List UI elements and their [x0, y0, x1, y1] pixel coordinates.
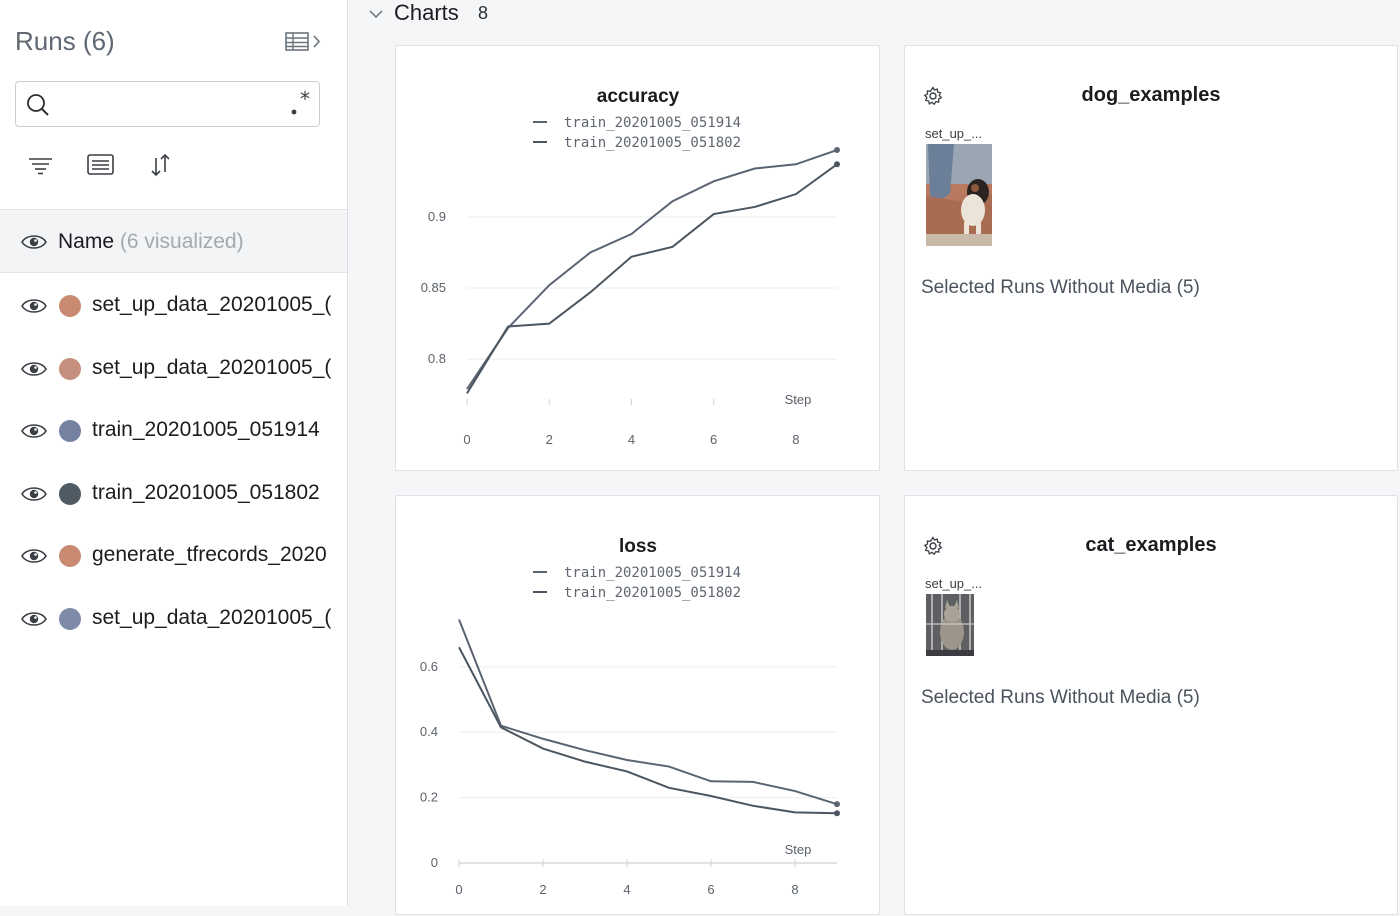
regex-toggle-icon[interactable]: *: [288, 90, 314, 118]
x-tick-label: 0: [463, 432, 470, 447]
media-run-label: set_up_...: [925, 126, 983, 141]
group-icon[interactable]: [86, 152, 116, 178]
accuracy-chart-panel[interactable]: accuracy train_20201005_051914 train_20201…: [395, 45, 880, 471]
y-tick-label: 0.9: [428, 209, 446, 224]
name-column-label[interactable]: Name (6 visualized): [58, 230, 244, 254]
loss-chart: loss train_20201005_051914 train_20201005_…: [420, 536, 840, 897]
chart-title: loss: [619, 536, 657, 557]
y-tick-label: 0.2: [420, 790, 438, 805]
x-tick-label: 0: [455, 882, 462, 897]
runs-sidebar: Runs (6) * Name (6 visualized) set_up_da…: [0, 0, 348, 906]
run-color-swatch[interactable]: [59, 357, 81, 380]
run-color-swatch[interactable]: [59, 420, 81, 442]
no-media-message: Selected Runs Without Media (5): [921, 687, 1200, 708]
eye-icon[interactable]: [21, 422, 47, 440]
series-endpoint: [834, 801, 840, 808]
run-name: train_20201005_051802: [92, 480, 320, 504]
legend-entry: train_20201005_051914: [564, 115, 741, 131]
run-name: generate_tfrecords_2020: [92, 543, 327, 566]
eye-icon[interactable]: [21, 297, 47, 315]
x-tick-label: 2: [546, 432, 553, 447]
series-endpoint: [834, 810, 840, 817]
y-tick-label: 0.6: [420, 659, 438, 674]
x-axis-label: Step: [785, 842, 812, 857]
run-name: set_up_data_20201005_(: [92, 605, 332, 629]
run-row[interactable]: set_up_data_20201005_(: [0, 589, 347, 651]
run-color-swatch[interactable]: [59, 545, 81, 567]
cat-photo[interactable]: [926, 594, 974, 656]
x-tick-label: 6: [707, 882, 714, 897]
eye-icon[interactable]: [21, 485, 47, 503]
svg-text:*: *: [300, 90, 310, 111]
cat-examples-panel: cat_examples set_up_... Selected Runs Wi…: [904, 495, 1398, 915]
x-tick-label: 6: [710, 432, 717, 447]
section-title[interactable]: Charts: [394, 0, 459, 26]
dog-examples-panel: dog_examples set_up_... Selected Runs Wi…: [904, 45, 1398, 471]
x-tick-label: 4: [623, 882, 630, 897]
x-tick-label: 4: [628, 432, 635, 447]
run-row[interactable]: generate_tfrecords_2020: [0, 526, 347, 588]
media-run-label: set_up_...: [925, 576, 983, 591]
section-count: 8: [478, 3, 489, 23]
media-panel-title: dog_examples: [1081, 84, 1221, 106]
run-name: train_20201005_051914: [92, 418, 320, 441]
legend-entry: train_20201005_051802: [564, 585, 741, 601]
accuracy-chart: accuracy train_20201005_051914 train_20201…: [421, 86, 840, 447]
media-panel-title: cat_examples: [1085, 534, 1217, 556]
dog-photo[interactable]: [926, 144, 992, 246]
search-icon: [27, 94, 49, 116]
legend-entry: train_20201005_051802: [564, 135, 741, 151]
run-search-box: *: [15, 81, 320, 127]
run-row[interactable]: train_20201005_051802: [0, 464, 347, 526]
filter-icon[interactable]: [26, 152, 56, 178]
x-tick-label: 2: [539, 882, 546, 897]
expand-table-icon[interactable]: [284, 30, 324, 54]
legend-entry: train_20201005_051914: [564, 565, 741, 581]
run-name: set_up_data_20201005_(: [92, 355, 332, 379]
x-axis-label: Step: [785, 392, 812, 407]
sort-icon[interactable]: [146, 152, 176, 178]
chevron-down-icon[interactable]: [368, 6, 384, 22]
run-row[interactable]: train_20201005_051914: [0, 401, 347, 463]
series-endpoint: [834, 147, 840, 154]
x-tick-label: 8: [791, 882, 798, 897]
runs-title: Runs (6): [15, 26, 115, 56]
y-tick-label: 0: [431, 855, 438, 870]
visualized-count: (6 visualized): [119, 230, 244, 253]
name-column-title: Name: [58, 230, 115, 253]
run-color-swatch[interactable]: [59, 295, 81, 317]
series-endpoint: [834, 161, 840, 168]
no-media-message: Selected Runs Without Media (5): [921, 277, 1200, 298]
main-workspace: Charts 8 accuracy train_20201005_051914 tr…: [348, 0, 1400, 915]
loss-chart-panel[interactable]: loss train_20201005_051914 train_20201005_…: [395, 495, 880, 915]
run-search-input[interactable]: [60, 90, 284, 120]
run-color-swatch[interactable]: [59, 482, 81, 505]
series-line: [458, 619, 838, 806]
eye-icon[interactable]: [21, 233, 47, 251]
y-tick-label: 0.8: [428, 351, 446, 366]
y-tick-label: 0.4: [420, 724, 438, 739]
eye-icon[interactable]: [21, 547, 47, 565]
run-color-swatch[interactable]: [59, 607, 81, 630]
chart-title: accuracy: [597, 86, 680, 107]
run-row[interactable]: set_up_data_20201005_(: [0, 276, 347, 338]
run-row[interactable]: set_up_data_20201005_(: [0, 339, 347, 401]
eye-icon[interactable]: [21, 610, 47, 628]
eye-icon[interactable]: [21, 360, 47, 378]
run-name: set_up_data_20201005_(: [92, 293, 332, 316]
series-line: [466, 149, 838, 390]
y-tick-label: 0.85: [421, 280, 446, 295]
runs-name-header: Name (6 visualized): [0, 209, 347, 273]
x-tick-label: 8: [792, 432, 799, 447]
